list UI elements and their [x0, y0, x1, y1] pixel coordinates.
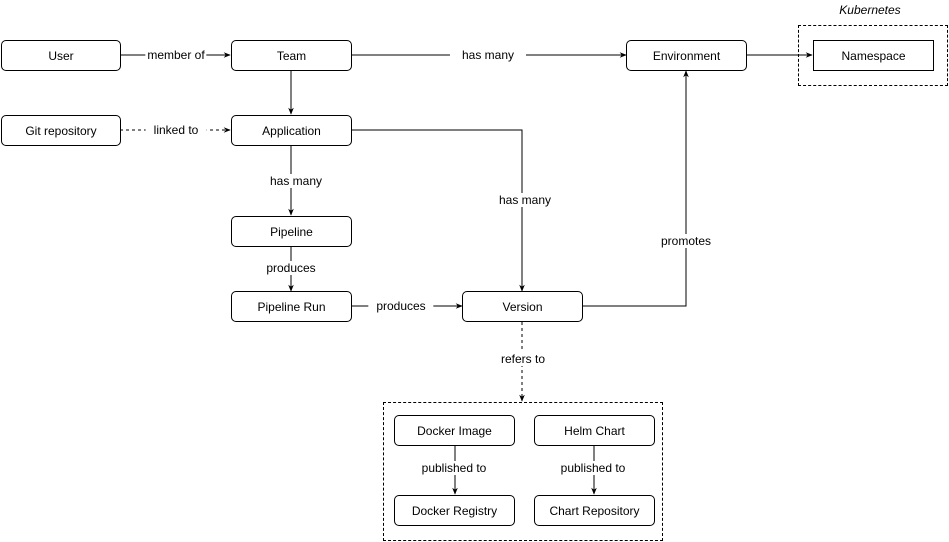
node-pipeline-run[interactable]: Pipeline Run	[231, 291, 352, 322]
node-docker-registry[interactable]: Docker Registry	[394, 495, 515, 526]
edge-label-member-of: member of	[145, 48, 207, 62]
edge-label-application-has-many: has many	[267, 174, 325, 188]
edge-label-refers-to: refers to	[498, 352, 548, 366]
node-docker-image[interactable]: Docker Image	[394, 415, 515, 446]
node-helm-chart[interactable]: Helm Chart	[534, 415, 655, 446]
node-git-repository[interactable]: Git repository	[1, 115, 121, 146]
kubernetes-group-title: Kubernetes	[839, 3, 901, 17]
node-pipeline[interactable]: Pipeline	[231, 216, 352, 247]
edge-application-version	[351, 129, 525, 292]
edge-label-pipeline-produces: produces	[264, 261, 318, 275]
edge-label-pipelinerun-produces: produces	[368, 299, 434, 313]
node-application[interactable]: Application	[231, 115, 352, 146]
node-environment[interactable]: Environment	[626, 40, 747, 71]
node-version[interactable]: Version	[462, 291, 583, 322]
edge-label-helm-published-to: published to	[558, 461, 628, 475]
node-user[interactable]: User	[1, 40, 121, 71]
node-team[interactable]: Team	[231, 40, 352, 71]
edge-label-version-has-many: has many	[496, 193, 554, 207]
edge-label-promotes: promotes	[658, 234, 714, 248]
edge-label-linked-to: linked to	[145, 123, 207, 137]
edge-version-environment	[582, 70, 689, 307]
node-namespace[interactable]: Namespace	[813, 40, 934, 71]
node-chart-repository[interactable]: Chart Repository	[534, 495, 655, 526]
edge-label-team-has-many: has many	[449, 48, 527, 62]
edge-label-docker-published-to: published to	[419, 461, 489, 475]
